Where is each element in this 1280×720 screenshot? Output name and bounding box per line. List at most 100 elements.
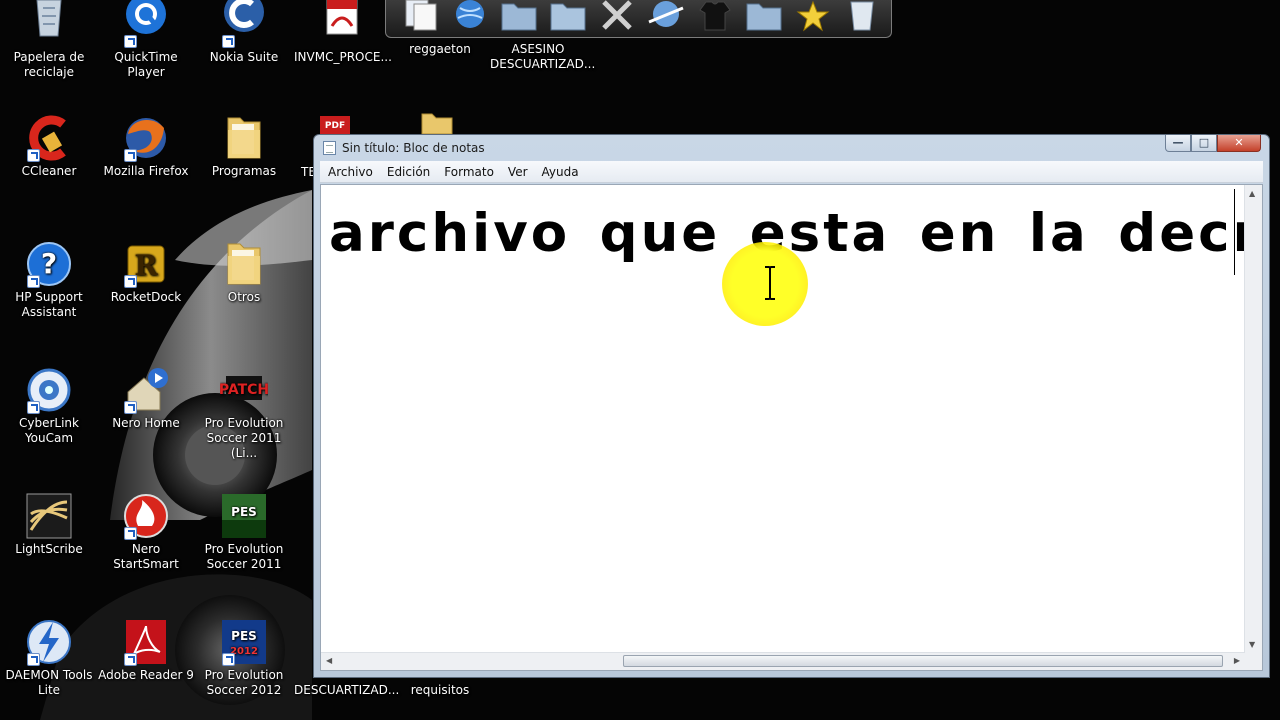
rocket-dock (385, 0, 892, 38)
desktop-icon-label: Pro Evolution Soccer 2011 (204, 542, 284, 571)
horizontal-scrollbar[interactable]: ◀ ▶ (321, 652, 1245, 670)
desktop-icon-label: RocketDock (110, 290, 182, 304)
title-bar[interactable]: Sin título: Bloc de notas — □ ✕ (314, 135, 1269, 161)
shortcut-arrow-icon (124, 275, 137, 288)
pes-patch-icon: PATCH (220, 376, 268, 400)
svg-text:PES: PES (231, 505, 257, 519)
recycle-bin-icon (36, 0, 62, 37)
folder-icon (746, 3, 782, 31)
desktop-icon-nokia-suite[interactable]: Nokia Suite (196, 0, 292, 65)
close-button[interactable]: ✕ (1217, 135, 1261, 152)
desktop-icon-recycle-bin[interactable]: Papelera de reciclaje (1, 0, 97, 80)
desktop-icon-youcam[interactable]: CyberLink YouCam (1, 366, 97, 446)
menu-ver[interactable]: Ver (508, 165, 528, 179)
pdf-icon (326, 0, 358, 35)
desktop-icon-label: CCleaner (21, 164, 77, 178)
desktop-icon-te-pdf[interactable]: PDF (318, 114, 358, 134)
network-icon (648, 1, 684, 27)
desktop-icon-label: Nero Home (112, 416, 180, 430)
shirt-icon (699, 1, 731, 31)
desktop-icon-otros[interactable]: Otros (196, 240, 292, 305)
desktop-icon-programas[interactable]: Programas (196, 114, 292, 179)
desktop-icon-label: Programas (211, 164, 277, 178)
vertical-scrollbar[interactable]: ▲ ▼ (1244, 185, 1262, 653)
tools-icon (602, 0, 632, 30)
maximize-button[interactable]: □ (1191, 135, 1217, 152)
dock-item-network[interactable] (645, 0, 687, 32)
svg-text:PDF: PDF (325, 121, 345, 131)
desktop-icon-nero-startsmart[interactable]: Nero StartSmart (98, 492, 194, 572)
dock-item-globe[interactable] (449, 0, 491, 32)
dock-item-documents[interactable] (400, 0, 442, 32)
desktop-icon-label: Otros (227, 290, 261, 304)
shortcut-arrow-icon (124, 401, 137, 414)
dock-item-shirt[interactable] (694, 0, 736, 32)
desktop-icon-hp-support[interactable]: ? HP Support Assistant (1, 240, 97, 320)
minimize-button[interactable]: — (1165, 135, 1191, 152)
desktop-icon-pes2012[interactable]: PES 2012 Pro Evolution Soccer 2012 (196, 618, 292, 698)
folder-icon (227, 243, 261, 285)
trash-icon (850, 1, 874, 31)
notepad-icon (323, 141, 336, 155)
pdf-icon: PDF (320, 116, 350, 134)
scroll-right-icon[interactable]: ▶ (1234, 656, 1240, 665)
desktop-icon-pes2011-patch[interactable]: PATCH Pro Evolution Soccer 2011 (Li... (196, 366, 292, 461)
desktop-icon-label: QuickTime Player (114, 50, 178, 79)
menu-bar: Archivo Edición Formato Ver Ayuda (320, 161, 1263, 183)
desktop-icon-label: DESCUARTIZAD... (294, 683, 400, 697)
documents-icon (405, 0, 437, 31)
desktop-icon-label: ASESINO DESCUARTIZAD... (490, 42, 596, 71)
menu-archivo[interactable]: Archivo (328, 165, 373, 179)
dock-item-folder-3[interactable] (743, 0, 785, 32)
shortcut-arrow-icon (222, 35, 235, 48)
desktop-icon-pes2011[interactable]: PES Pro Evolution Soccer 2011 (196, 492, 292, 572)
shortcut-arrow-icon (27, 275, 40, 288)
desktop-icon-label: requisitos (410, 683, 470, 697)
horizontal-scroll-thumb[interactable] (623, 655, 1223, 667)
svg-text:?: ? (41, 247, 57, 280)
shortcut-arrow-icon (27, 653, 40, 666)
scroll-down-icon[interactable]: ▼ (1249, 640, 1255, 649)
desktop-icon-adobe-reader[interactable]: Adobe Reader 9 (98, 618, 194, 683)
menu-edicion[interactable]: Edición (387, 165, 430, 179)
scrollbar-corner (1245, 653, 1262, 670)
shortcut-arrow-icon (27, 401, 40, 414)
desktop-icon-label: Adobe Reader 9 (98, 668, 194, 682)
dock-item-star[interactable] (792, 0, 834, 32)
desktop-icon-nero-home[interactable]: Nero Home (98, 366, 194, 431)
star-icon (796, 0, 830, 32)
svg-text:R: R (134, 249, 158, 282)
dock-item-tools[interactable] (596, 0, 638, 32)
menu-ayuda[interactable]: Ayuda (542, 165, 579, 179)
desktop-icon-label: CyberLink YouCam (19, 416, 79, 445)
desktop-icon-quicktime[interactable]: QuickTime Player (98, 0, 194, 80)
desktop-icon-ccleaner[interactable]: CCleaner (1, 114, 97, 179)
dock-item-trash[interactable] (841, 0, 883, 32)
scroll-up-icon[interactable]: ▲ (1249, 189, 1255, 198)
dock-item-folder-1[interactable] (498, 0, 540, 32)
window-title: Sin título: Bloc de notas (342, 141, 485, 155)
desktop-icon-rocketdock[interactable]: R RocketDock (98, 240, 194, 305)
notepad-window: Sin título: Bloc de notas — □ ✕ Archivo … (313, 134, 1270, 678)
svg-text:PES: PES (231, 629, 257, 643)
svg-text:PATCH: PATCH (220, 382, 268, 398)
window-controls: — □ ✕ (1165, 135, 1261, 152)
shortcut-arrow-icon (124, 35, 137, 48)
desktop-icon-lightscribe[interactable]: LightScribe (1, 492, 97, 557)
desktop-icon-label: HP Support Assistant (15, 290, 83, 319)
dock-item-folder-2[interactable] (547, 0, 589, 32)
scroll-left-icon[interactable]: ◀ (326, 656, 332, 665)
desktop-icon-label: Nokia Suite (209, 50, 279, 64)
desktop-icon-label: DAEMON Tools Lite (5, 668, 93, 697)
lightscribe-icon (26, 493, 72, 539)
desktop-icon-daemon-tools[interactable]: DAEMON Tools Lite (1, 618, 97, 698)
desktop-icon-invmc-pdf[interactable]: INVMC_PROCE... (294, 0, 392, 65)
shortcut-arrow-icon (124, 149, 137, 162)
desktop-icon-hidden-folder[interactable] (418, 112, 458, 135)
pes2011-icon: PES (222, 494, 266, 538)
desktop-icon-label: Mozilla Firefox (103, 164, 189, 178)
desktop-icon-firefox[interactable]: Mozilla Firefox (98, 114, 194, 179)
globe-icon (456, 0, 484, 28)
desktop-icon-label: reggaeton (409, 42, 471, 56)
menu-formato[interactable]: Formato (444, 165, 494, 179)
